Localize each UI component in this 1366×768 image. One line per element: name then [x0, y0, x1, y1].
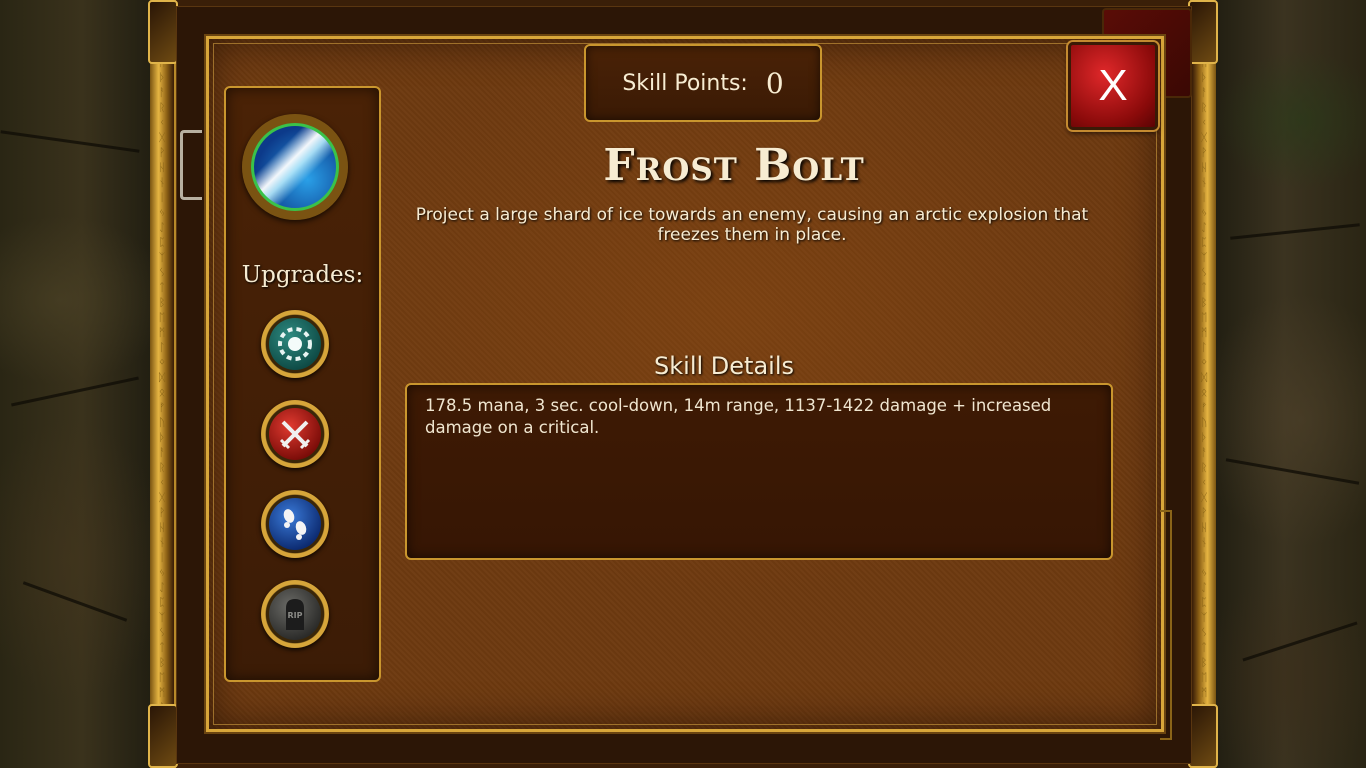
panel-edge-decoration: [1160, 510, 1172, 740]
skill-details-heading: Skill Details: [654, 352, 794, 380]
close-button[interactable]: X: [1068, 42, 1158, 130]
frost-bolt-icon: [251, 123, 339, 211]
corner-knot-icon: [148, 0, 178, 64]
upgrade-slot-3[interactable]: [261, 490, 329, 558]
rune-border-left: ᚠᚢᚦᚨᚱᚲᚷᚹᚺᚾᛁᛃᛇᛈᛉᛊᛏᛒᛖᛗᛚᛜᛞᛟᚠᚢᚦᚨᚱᚲᚷᚹᚺᚾᛁᛃᛇᛈᛉᛊ…: [158, 41, 166, 714]
chip-icon: [269, 318, 321, 370]
svg-text:RIP: RIP: [288, 611, 303, 620]
upgrade-slot-4[interactable]: RIP: [261, 580, 329, 648]
skill-points-box: Skill Points: 0: [584, 44, 822, 122]
skill-description: Project a large shard of ice towards an …: [415, 205, 1089, 245]
corner-knot-icon: [1188, 704, 1218, 768]
skill-details-box: 178.5 mana, 3 sec. cool-down, 14m range,…: [405, 383, 1113, 560]
side-rail: [180, 130, 202, 200]
upgrades-label: Upgrades:: [241, 262, 364, 288]
skill-points-value: 0: [765, 66, 784, 100]
crossed-swords-icon: [269, 408, 321, 460]
skill-details-text: 178.5 mana, 3 sec. cool-down, 14m range,…: [425, 396, 1052, 437]
skill-title: Frost Bolt: [603, 140, 865, 191]
corner-knot-icon: [1188, 0, 1218, 64]
footprints-icon: [269, 498, 321, 550]
rune-border-right: ᚠᚢᚦᚨᚱᚲᚷᚹᚺᚾᛁᛃᛇᛈᛉᛊᛏᛒᛖᛗᛚᛜᛞᛟᚠᚢᚦᚨᚱᚲᚷᚹᚺᚾᛁᛃᛇᛈᛉᛊ…: [1200, 41, 1208, 714]
skill-points-label: Skill Points:: [622, 70, 748, 96]
skill-icon-frame[interactable]: [242, 114, 348, 220]
tombstone-rip-icon: RIP: [269, 588, 321, 640]
upgrade-slot-1[interactable]: [261, 310, 329, 378]
upgrade-slot-2[interactable]: [261, 400, 329, 468]
corner-knot-icon: [148, 704, 178, 768]
